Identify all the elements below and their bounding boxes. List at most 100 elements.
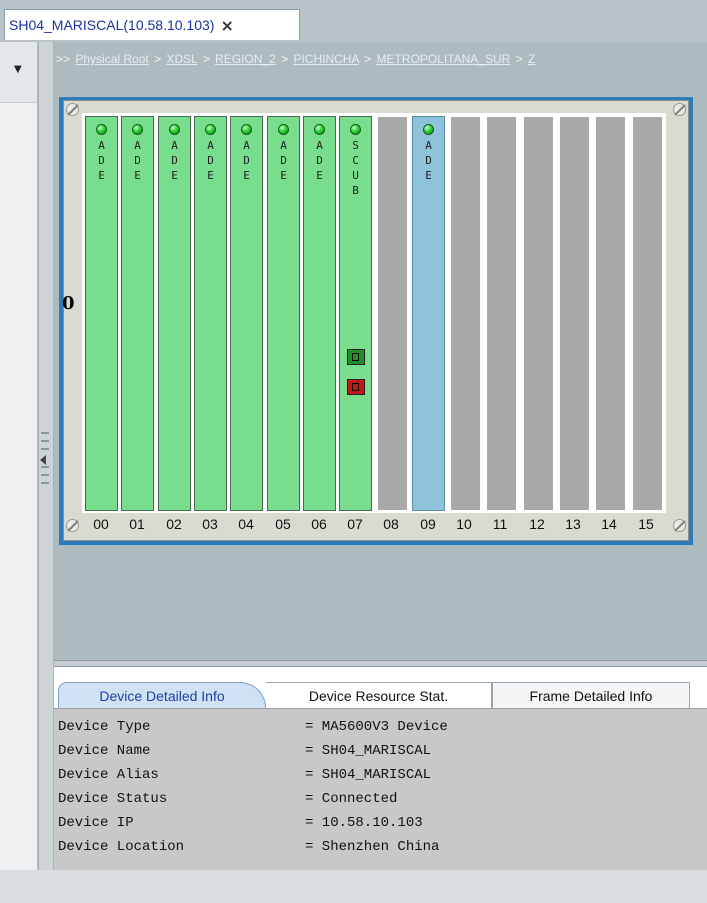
tab-bar: SH04_MARISCAL(10.58.10.103) × bbox=[0, 0, 707, 42]
board-type-label: ADE bbox=[98, 139, 105, 182]
slot-number: 06 bbox=[311, 516, 327, 532]
device-tab[interactable]: SH04_MARISCAL(10.58.10.103) × bbox=[4, 9, 300, 40]
chevron-down-icon[interactable]: ▼ bbox=[14, 64, 22, 75]
board-type-label: ADE bbox=[171, 139, 178, 182]
info-key: Device IP bbox=[58, 815, 134, 831]
slot-number: 13 bbox=[565, 516, 581, 532]
status-led-icon bbox=[169, 124, 180, 135]
info-value: = 10.58.10.103 bbox=[305, 815, 423, 831]
breadcrumb-separator: > bbox=[154, 52, 162, 66]
tab-device-resource-stat[interactable]: Device Resource Stat. bbox=[266, 682, 492, 708]
breadcrumb-item-metropolitana-sur[interactable]: METROPOLITANA_SUR bbox=[376, 52, 510, 66]
status-led-icon bbox=[205, 124, 216, 135]
board-type-label: ADE bbox=[280, 139, 287, 182]
slot-06[interactable]: ADE bbox=[303, 116, 336, 511]
status-led-icon bbox=[96, 124, 107, 135]
slot-07[interactable]: SCUB bbox=[339, 116, 372, 511]
status-led-icon bbox=[132, 124, 143, 135]
breadcrumb: >> Physical Root > XDSL > REGION_2 > PIC… bbox=[54, 52, 707, 72]
board-type-label: ADE bbox=[425, 139, 432, 182]
slot-number: 10 bbox=[456, 516, 472, 532]
breadcrumb-separator: > bbox=[281, 52, 289, 66]
status-led-icon bbox=[350, 124, 361, 135]
slot-01[interactable]: ADE bbox=[121, 116, 154, 511]
slot-number: 08 bbox=[383, 516, 399, 532]
collapse-left-icon[interactable] bbox=[40, 455, 46, 465]
breadcrumb-item-region[interactable]: REGION_2 bbox=[215, 52, 276, 66]
breadcrumb-separator: > bbox=[202, 52, 210, 66]
info-key: Device Name bbox=[58, 743, 151, 759]
slot-number: 09 bbox=[420, 516, 436, 532]
board-type-label: ADE bbox=[243, 139, 250, 182]
close-icon[interactable]: × bbox=[220, 16, 233, 35]
info-value: = SH04_MARISCAL bbox=[305, 743, 432, 759]
slot-number: 01 bbox=[129, 516, 145, 532]
horizontal-splitter[interactable] bbox=[54, 660, 707, 667]
breadcrumb-prefix: >> bbox=[56, 52, 71, 66]
slot-04[interactable]: ADE bbox=[230, 116, 263, 511]
slot-number: 03 bbox=[202, 516, 218, 532]
breadcrumb-item-xdsl[interactable]: XDSL bbox=[166, 52, 197, 66]
info-value: = SH04_MARISCAL bbox=[305, 767, 432, 783]
slot-number: 14 bbox=[601, 516, 617, 532]
slot-03[interactable]: ADE bbox=[194, 116, 227, 511]
slot-number: 07 bbox=[347, 516, 363, 532]
breadcrumb-separator: > bbox=[515, 52, 523, 66]
info-value: = Connected bbox=[305, 791, 398, 807]
shelf-label: 0 bbox=[62, 293, 75, 314]
breadcrumb-item-physical-root[interactable]: Physical Root bbox=[75, 52, 148, 66]
screw-icon bbox=[66, 103, 79, 116]
info-key: Device Type bbox=[58, 719, 151, 735]
slot-number: 04 bbox=[238, 516, 254, 532]
slot-00[interactable]: ADE bbox=[85, 116, 118, 511]
sidebar-header: ▼ bbox=[0, 42, 38, 103]
device-info-panel: Device Type = MA5600V3 Device Device Nam… bbox=[54, 708, 707, 870]
slot-05[interactable]: ADE bbox=[267, 116, 300, 511]
tab-frame-detailed-info[interactable]: Frame Detailed Info bbox=[492, 682, 690, 708]
breadcrumb-item-pichincha[interactable]: PICHINCHA bbox=[293, 52, 358, 66]
slot-number: 00 bbox=[93, 516, 109, 532]
slot-number: 05 bbox=[275, 516, 291, 532]
board-type-label: SCUB bbox=[352, 139, 359, 197]
slot-number: 02 bbox=[166, 516, 182, 532]
port-active-icon[interactable] bbox=[347, 349, 365, 365]
screw-icon bbox=[673, 519, 686, 532]
bottom-tabs: Device Detailed Info Device Resource Sta… bbox=[54, 682, 707, 708]
info-row-device-ip: Device IP = 10.58.10.103 bbox=[58, 815, 423, 839]
info-row-device-name: Device Name = SH04_MARISCAL bbox=[58, 743, 431, 767]
slot-number: 12 bbox=[529, 516, 545, 532]
board-type-label: ADE bbox=[316, 139, 323, 182]
breadcrumb-separator: > bbox=[364, 52, 372, 66]
slot-number: 15 bbox=[638, 516, 654, 532]
info-row-device-alias: Device Alias = SH04_MARISCAL bbox=[58, 767, 431, 791]
info-key: Device Status bbox=[58, 791, 168, 807]
slot-08[interactable] bbox=[375, 116, 408, 511]
port-fault-icon[interactable] bbox=[347, 379, 365, 395]
status-led-icon bbox=[423, 124, 434, 135]
left-sidebar: ▼ bbox=[0, 42, 38, 870]
info-value: = Shenzhen China bbox=[305, 839, 440, 855]
device-tab-title: SH04_MARISCAL(10.58.10.103) bbox=[9, 17, 215, 33]
tab-device-detailed-info[interactable]: Device Detailed Info bbox=[58, 682, 266, 708]
status-led-icon bbox=[278, 124, 289, 135]
slot-15[interactable] bbox=[630, 116, 663, 511]
slot-11[interactable] bbox=[484, 116, 517, 511]
info-key: Device Alias bbox=[58, 767, 159, 783]
slot-02[interactable]: ADE bbox=[158, 116, 191, 511]
slot-number: 11 bbox=[492, 516, 508, 532]
slot-14[interactable] bbox=[593, 116, 626, 511]
status-led-icon bbox=[314, 124, 325, 135]
info-row-device-type: Device Type = MA5600V3 Device bbox=[58, 719, 448, 743]
board-type-label: ADE bbox=[207, 139, 214, 182]
info-value: = MA5600V3 Device bbox=[305, 719, 448, 735]
breadcrumb-item-truncated[interactable]: Z bbox=[528, 52, 535, 66]
board-type-label: ADE bbox=[134, 139, 141, 182]
slot-10[interactable] bbox=[448, 116, 481, 511]
screw-icon bbox=[673, 103, 686, 116]
status-led-icon bbox=[241, 124, 252, 135]
slot-12[interactable] bbox=[521, 116, 554, 511]
info-row-device-location: Device Location = Shenzhen China bbox=[58, 839, 439, 863]
slot-09[interactable]: ADE bbox=[412, 116, 445, 511]
info-row-device-status: Device Status = Connected bbox=[58, 791, 397, 815]
slot-13[interactable] bbox=[557, 116, 590, 511]
